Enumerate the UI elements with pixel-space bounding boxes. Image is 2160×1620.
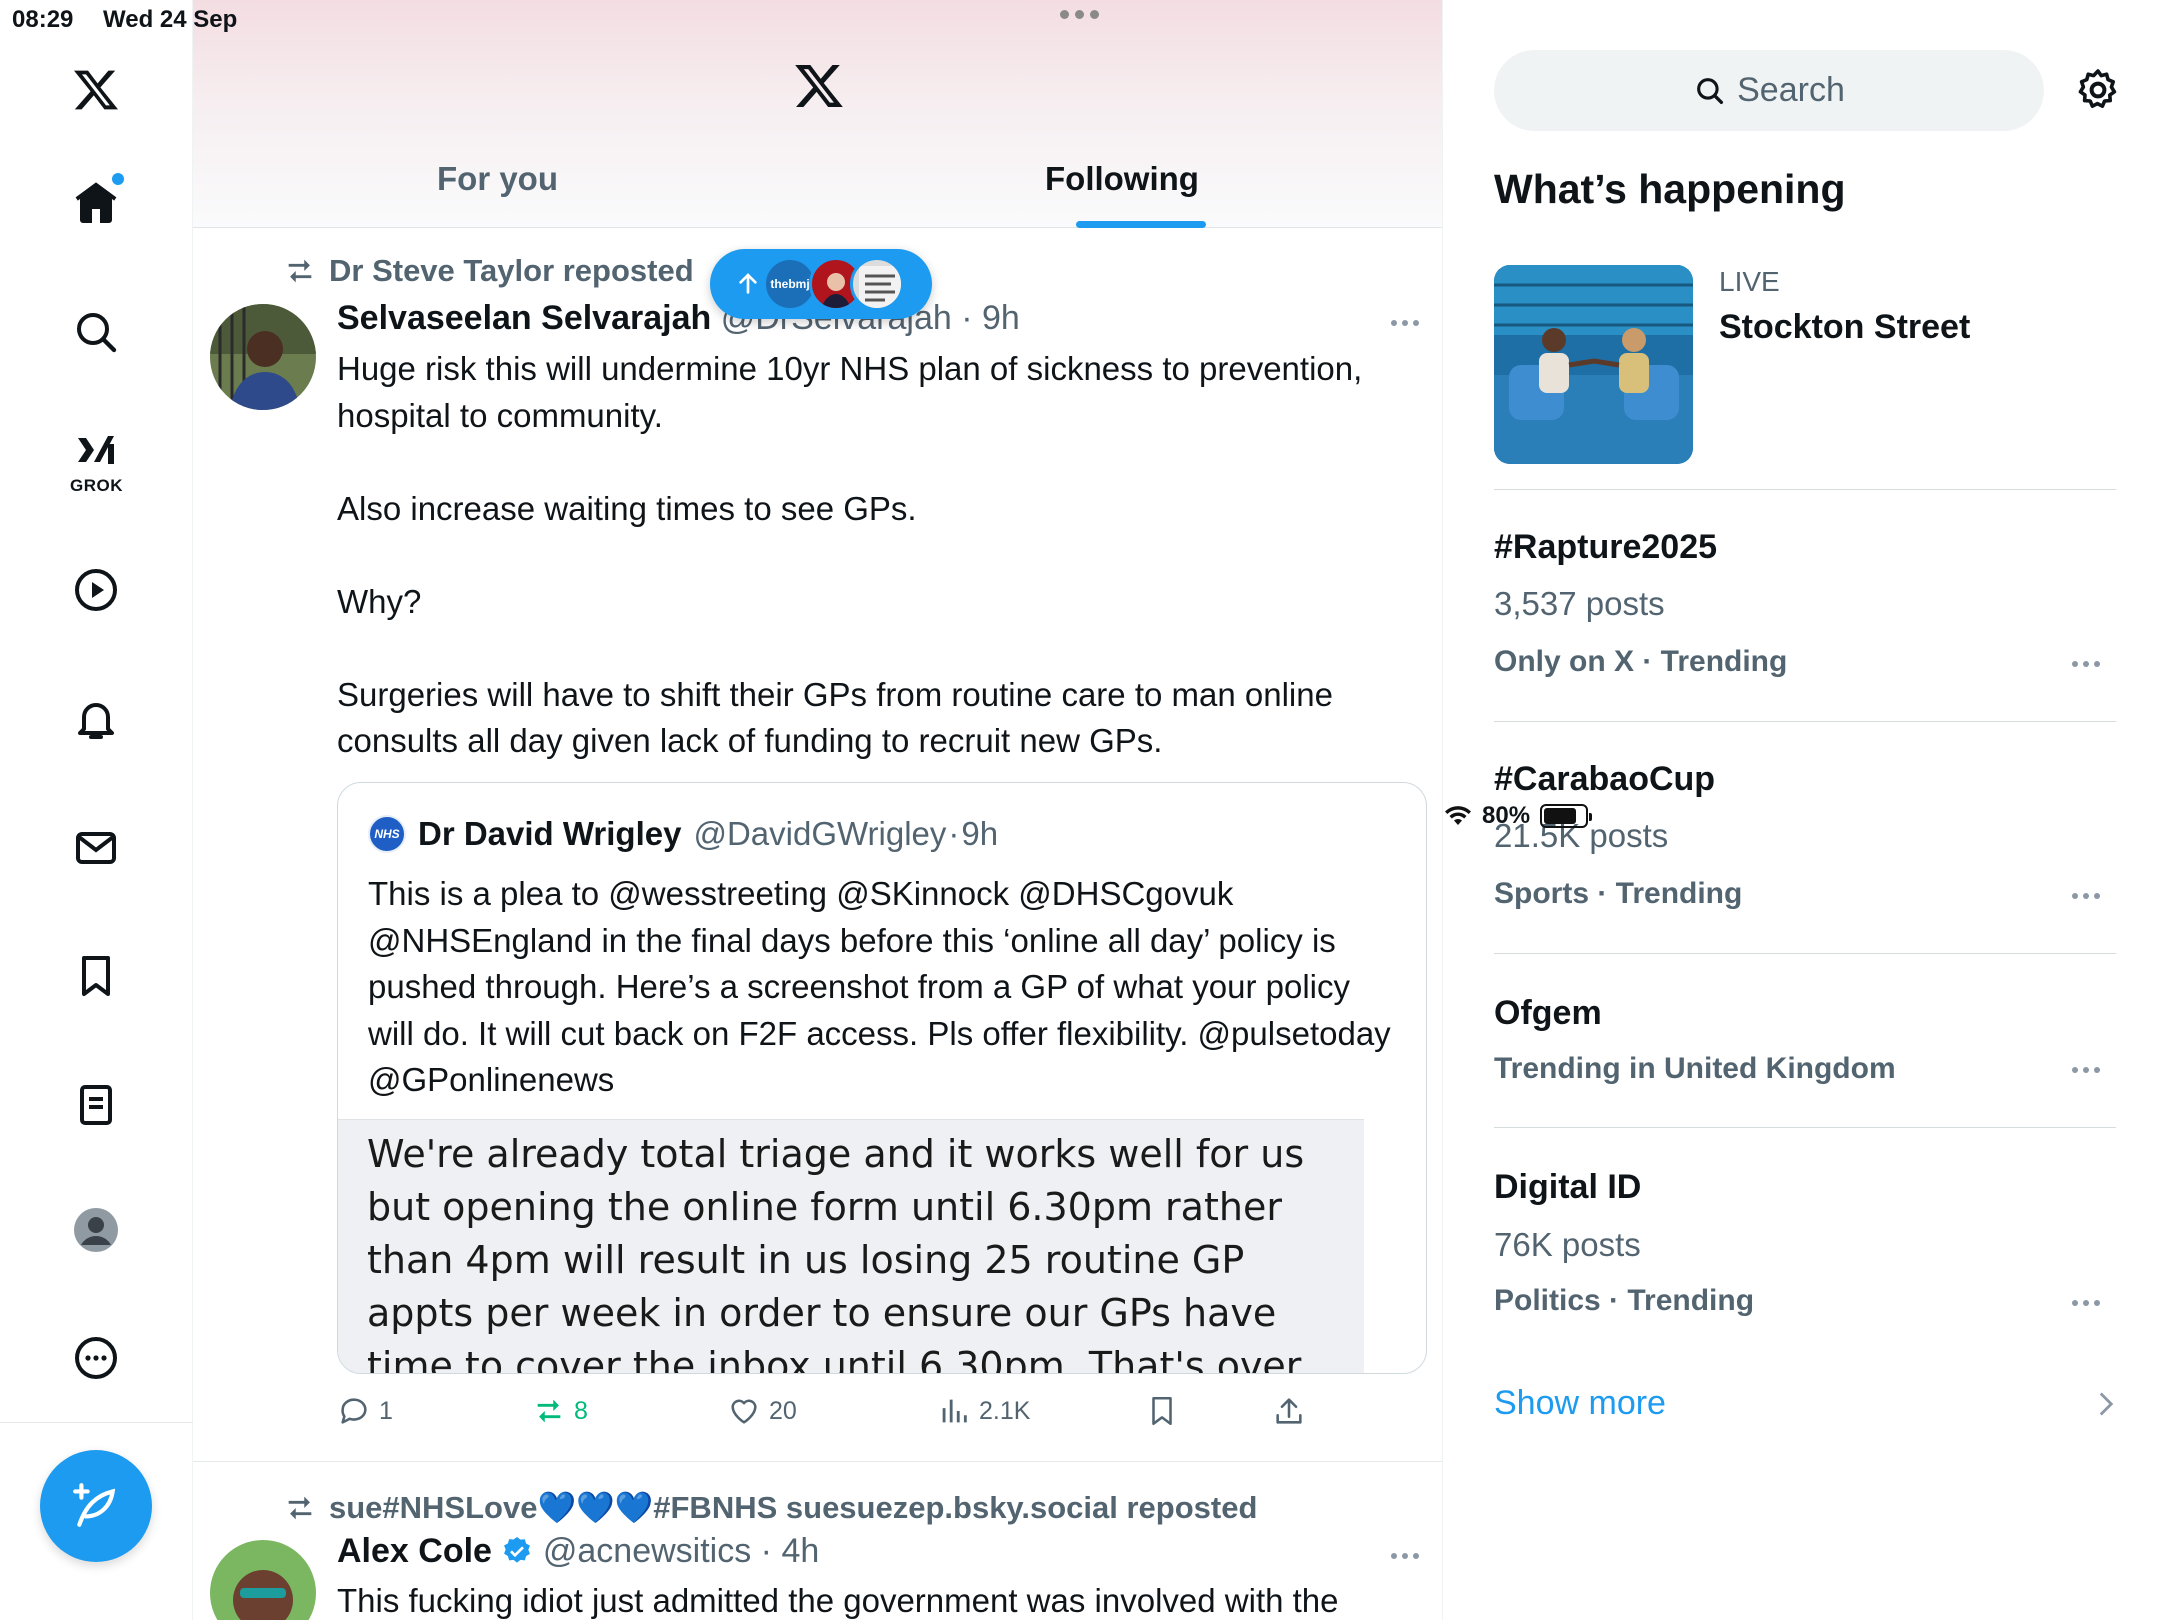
- notifications-bell-icon[interactable]: [56, 679, 136, 759]
- author-handle[interactable]: @acnewsitics: [543, 1532, 751, 1570]
- new-post-avatar: [850, 257, 904, 311]
- quote-author-handle[interactable]: @DavidGWrigley: [693, 815, 946, 853]
- share-button[interactable]: [1272, 1394, 1306, 1428]
- messages-envelope-icon[interactable]: [56, 808, 136, 888]
- reply-icon: [341, 1398, 367, 1424]
- nhs-avatar: NHS: [368, 815, 406, 853]
- multitasking-dots-icon[interactable]: [1060, 10, 1099, 19]
- status-date: Wed 24 Sep: [103, 6, 238, 33]
- tweet-paragraph: Huge risk this will undermine 10yr NHS p…: [337, 350, 1363, 434]
- repost-button[interactable]: 8: [532, 1394, 588, 1428]
- tweet-paragraph: Why?: [337, 582, 422, 620]
- status-bar: 08:29 Wed 24 Sep 80%: [0, 0, 2160, 829]
- bookmark-button[interactable]: [1145, 1394, 1179, 1428]
- grok-label: GROK: [70, 476, 123, 495]
- tab-following[interactable]: Following: [1045, 160, 1199, 198]
- tab-for-you[interactable]: For you: [437, 160, 558, 198]
- views-button[interactable]: 2.1K: [937, 1394, 1030, 1428]
- avatar[interactable]: [210, 1540, 316, 1620]
- views-chart-icon: [942, 1399, 967, 1423]
- tweet-actions: 1 8 20 2.1K: [337, 1394, 1417, 1434]
- verified-badge-icon: [504, 1537, 531, 1563]
- reply-button[interactable]: 1: [337, 1394, 393, 1428]
- x-logo-icon[interactable]: [56, 50, 136, 130]
- compose-post-button[interactable]: [40, 1450, 152, 1562]
- tweet-time: 4h: [781, 1532, 820, 1570]
- heart-icon: [731, 1399, 757, 1424]
- reply-count: 1: [379, 1396, 393, 1425]
- quoted-tweet[interactable]: NHS Dr David Wrigley @DavidGWrigley · 9h T…: [337, 782, 1427, 1374]
- wifi-icon: [1445, 806, 1471, 825]
- arrow-up-icon: [739, 273, 757, 294]
- bookmarks-icon[interactable]: [56, 936, 136, 1016]
- home-notification-dot: [112, 173, 124, 185]
- like-button[interactable]: 20: [727, 1394, 797, 1428]
- quote-author-name[interactable]: Dr David Wrigley: [418, 815, 681, 853]
- tweet[interactable]: Dr Steve Taylor reposted Selvaseelan Sel…: [193, 229, 1442, 1461]
- quote-time: 9h: [961, 815, 999, 852]
- repost-by-label: Dr Steve Taylor reposted: [329, 253, 694, 288]
- new-posts-pill[interactable]: thebmj: [710, 249, 932, 319]
- repost-count: 8: [574, 1396, 588, 1425]
- views-count: 2.1K: [979, 1396, 1031, 1425]
- tweet[interactable]: sue#NHSLove💙💙💙#FBNHS suesuezep.bsky.soci…: [193, 1462, 1442, 1620]
- repost-context: Dr Steve Taylor reposted: [283, 253, 694, 289]
- author-name[interactable]: Selvaseelan Selvarajah: [337, 299, 711, 337]
- profile-avatar-icon[interactable]: [56, 1190, 136, 1270]
- repost-icon: [537, 1399, 561, 1423]
- articles-icon[interactable]: [56, 1065, 136, 1145]
- tweet-more-icon[interactable]: [1391, 1553, 1419, 1559]
- search-icon[interactable]: [56, 292, 136, 372]
- left-nav: GROK: [0, 0, 193, 1620]
- like-count: 20: [769, 1396, 797, 1425]
- active-tab-indicator: [1076, 221, 1206, 228]
- share-icon: [1276, 1398, 1302, 1424]
- video-icon[interactable]: [56, 550, 136, 630]
- repost-context: sue#NHSLove💙💙💙#FBNHS suesuezep.bsky.soci…: [283, 1489, 1257, 1526]
- compose-feather-icon: [73, 1483, 116, 1527]
- tweet-paragraph: Surgeries will have to shift their GPs f…: [337, 675, 1333, 760]
- tweet-more-icon[interactable]: [1391, 320, 1419, 326]
- author-name[interactable]: Alex Cole: [337, 1532, 492, 1570]
- avatar[interactable]: [210, 304, 316, 410]
- tweet-text: Huge risk this will undermine 10yr NHS p…: [337, 346, 1397, 765]
- battery-percent: 80%: [1482, 802, 1531, 829]
- more-options-icon[interactable]: [56, 1318, 136, 1398]
- bookmark-icon: [1152, 1396, 1172, 1426]
- tweet-time: 9h: [981, 299, 1020, 337]
- tweet-text: This fucking idiot just admitted the gov…: [337, 1582, 1339, 1619]
- status-time: 08:29: [12, 6, 74, 33]
- nav-divider: [0, 1422, 193, 1423]
- tweet-paragraph: Also increase waiting times to see GPs.: [337, 489, 917, 527]
- quote-screenshot-image[interactable]: We're already total triage and it works …: [338, 1119, 1364, 1374]
- repost-by-label: sue#NHSLove💙💙💙#FBNHS suesuezep.bsky.soci…: [329, 1490, 1258, 1525]
- quote-text: This is a plea to @wesstreeting @SKinnoc…: [368, 875, 1391, 1098]
- screenshot-text: We're already total triage and it works …: [367, 1132, 1305, 1374]
- repost-icon: [288, 259, 312, 283]
- battery-icon: [1540, 804, 1593, 828]
- timeline: For you Following Dr Steve Taylor repost…: [193, 0, 1443, 1620]
- repost-icon: [288, 1496, 312, 1519]
- home-icon[interactable]: [56, 163, 136, 243]
- x-logo-icon[interactable]: [793, 60, 845, 117]
